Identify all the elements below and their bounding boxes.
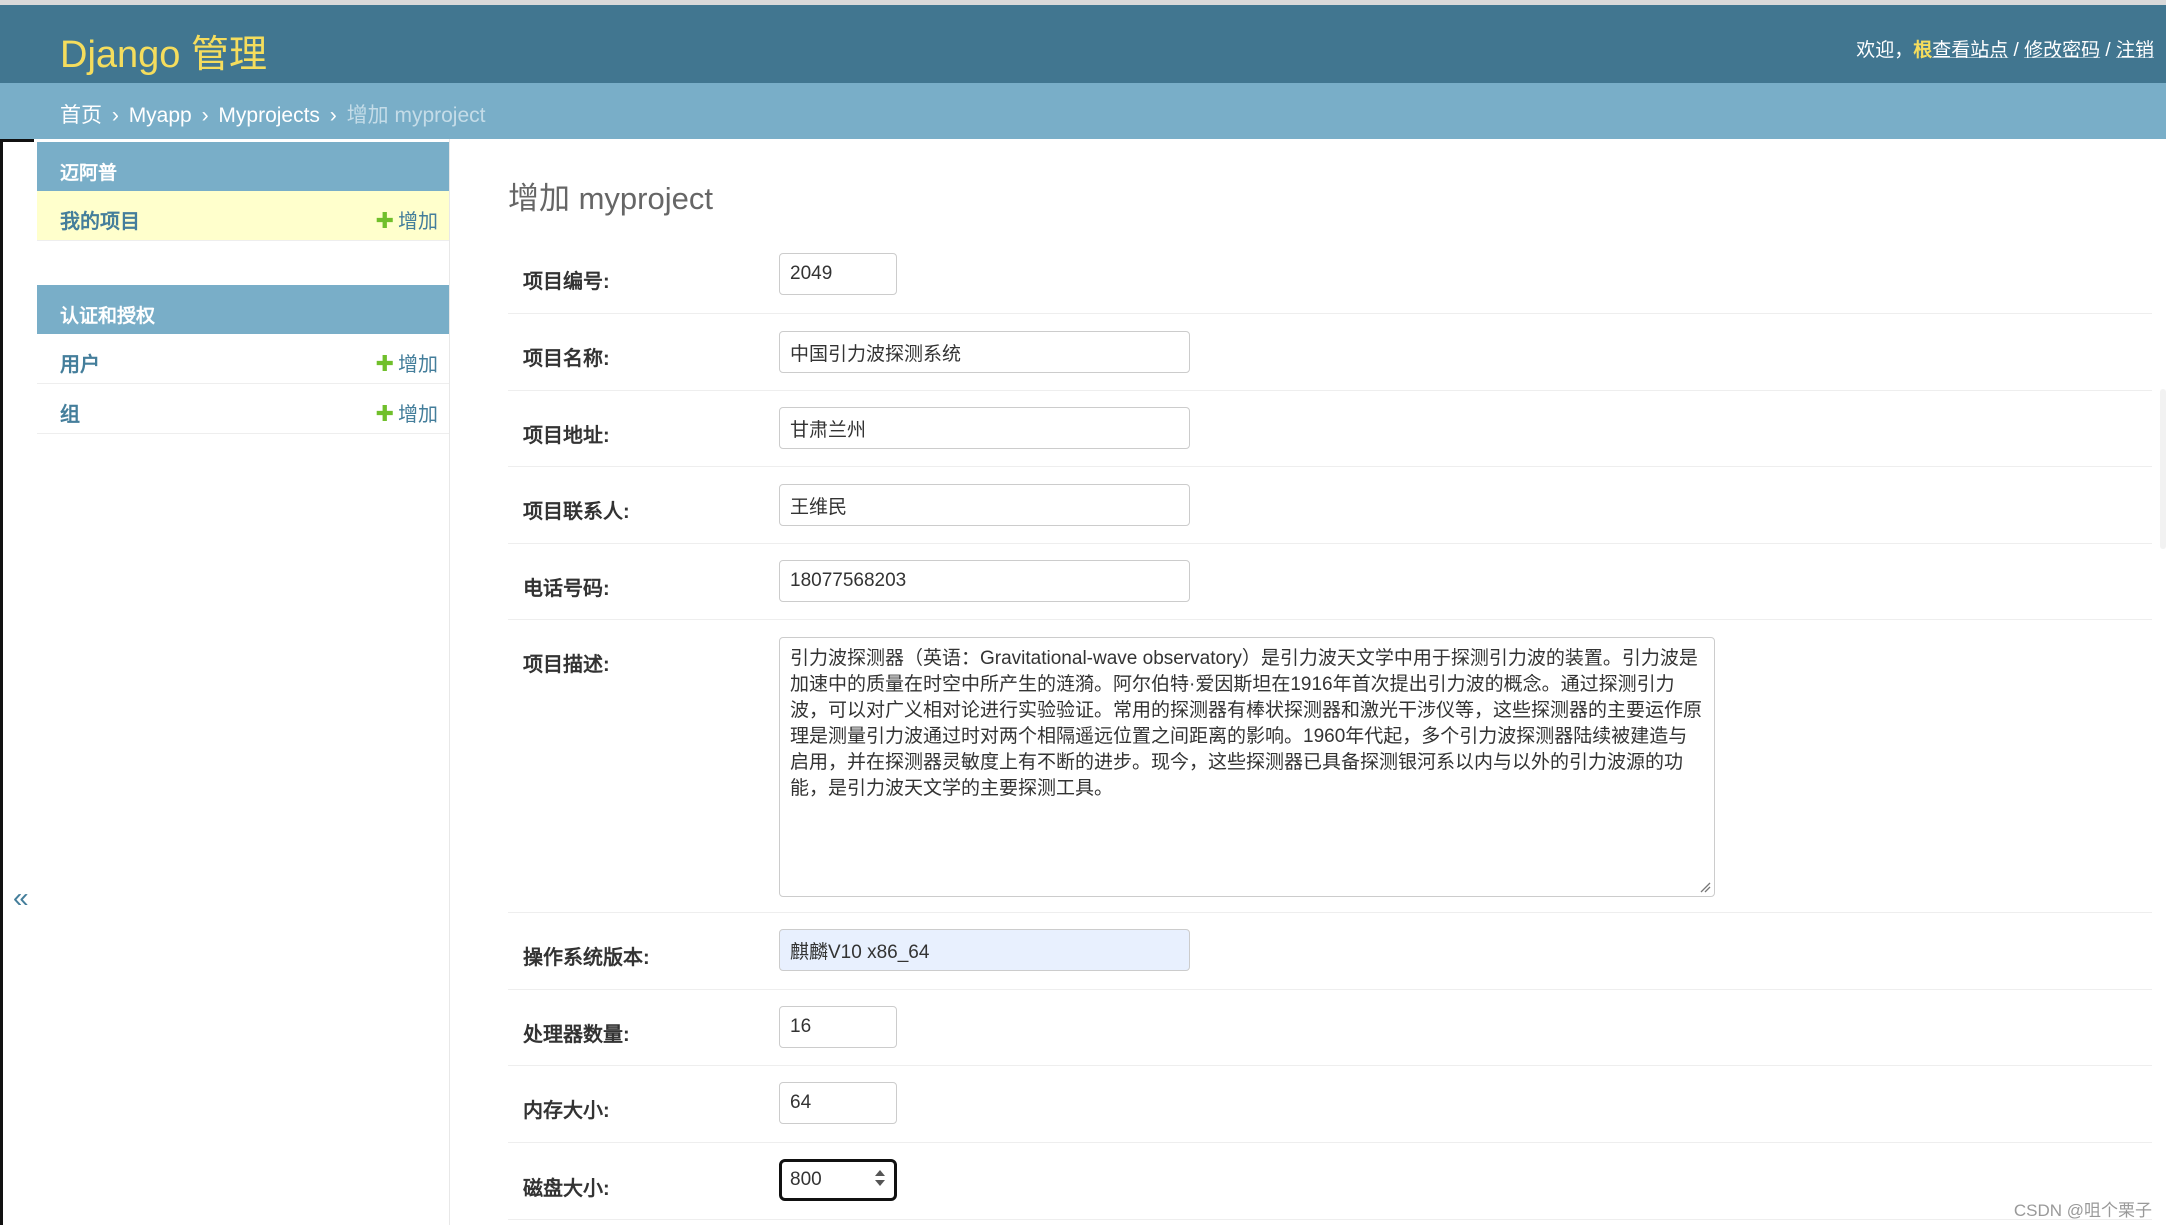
watermark: CSDN @咀个栗子	[2013, 1201, 2152, 1220]
breadcrumb-separator: ›	[201, 104, 209, 127]
memory-size-input[interactable]	[779, 1082, 897, 1124]
project-contact-input[interactable]	[779, 484, 1190, 526]
user-tools-separator: /	[2008, 40, 2025, 61]
project-address-label: 项目地址:	[523, 425, 610, 447]
main-content: 增加 myproject 项目编号: 项目名称: 项目地址: 项目联系人: 电话…	[490, 139, 2166, 1225]
disk-size-stepper[interactable]	[779, 1159, 897, 1201]
breadcrumb-separator: ›	[111, 104, 119, 127]
description-label: 项目描述:	[523, 654, 610, 676]
sidebar-item-label[interactable]: 用户	[60, 348, 100, 377]
memory-size-label: 内存大小:	[523, 1100, 610, 1122]
breadcrumb-model[interactable]: Myprojects	[218, 104, 320, 127]
form-row-project-contact: 项目联系人:	[508, 467, 2152, 544]
cpu-count-label: 处理器数量:	[523, 1024, 630, 1046]
site-brand[interactable]: Django 管理	[60, 23, 267, 78]
view-site-link[interactable]: 查看站点	[1932, 40, 2008, 61]
project-name-input[interactable]	[779, 331, 1190, 373]
collapse-sidebar-icon[interactable]: «	[13, 882, 29, 914]
plus-icon: ✚	[375, 208, 394, 233]
sidebar-toggle-strip[interactable]: «	[0, 139, 34, 1225]
form-row-memory-size: 内存大小:	[508, 1066, 2152, 1143]
phone-label: 电话号码:	[523, 578, 610, 600]
site-header: Django 管理 欢迎，根查看站点 / 修改密码 / 注销	[0, 5, 2166, 83]
breadcrumb-separator: ›	[329, 104, 337, 127]
nav-sidebar: 迈阿普 我的项目 ✚ 增加 认证和授权 用户 ✚ 增加 组 ✚ 增加	[34, 139, 450, 1225]
os-version-label: 操作系统版本:	[523, 947, 650, 969]
form-row-disk-size: 磁盘大小:	[508, 1143, 2152, 1220]
cpu-count-input[interactable]	[779, 1006, 897, 1048]
spinner-arrows-icon[interactable]	[873, 1168, 887, 1188]
change-password-link[interactable]: 修改密码	[2024, 40, 2100, 61]
scrollbar-edge[interactable]	[2160, 389, 2166, 549]
sidebar-item-myproject: 我的项目 ✚ 增加	[37, 191, 449, 241]
breadcrumb-current: 增加 myproject	[346, 104, 486, 127]
sidebar-item-label[interactable]: 组	[60, 398, 80, 427]
form-row-os-version: 操作系统版本:	[508, 913, 2152, 990]
add-myproject-button[interactable]: ✚ 增加	[376, 205, 438, 234]
breadcrumb-app[interactable]: Myapp	[129, 104, 192, 127]
add-label: 增加	[398, 404, 438, 426]
resize-handle-icon[interactable]	[1699, 881, 1711, 893]
project-address-input[interactable]	[779, 407, 1190, 449]
phone-input[interactable]	[779, 560, 1190, 602]
app-module-myapp: 迈阿普 我的项目 ✚ 增加	[37, 142, 449, 241]
form-row-project-address: 项目地址:	[508, 391, 2152, 467]
form-row-description: 项目描述: 引力波探测器（英语：Gravitational-wave obser…	[508, 620, 2152, 913]
add-user-button[interactable]: ✚ 增加	[376, 348, 438, 377]
sidebar-item-label[interactable]: 我的项目	[60, 205, 140, 234]
project-no-input[interactable]	[779, 253, 897, 295]
add-label: 增加	[398, 211, 438, 233]
module-caption[interactable]: 迈阿普	[37, 142, 449, 191]
project-contact-label: 项目联系人:	[523, 501, 630, 523]
plus-icon: ✚	[375, 351, 394, 376]
description-textarea[interactable]: 引力波探测器（英语：Gravitational-wave observatory…	[779, 637, 1715, 897]
form-row-project-no: 项目编号:	[508, 237, 2152, 314]
app-module-auth: 认证和授权 用户 ✚ 增加 组 ✚ 增加	[37, 285, 449, 434]
page-title: 增加 myproject	[508, 181, 713, 216]
username: 根	[1913, 40, 1933, 61]
module-caption[interactable]: 认证和授权	[37, 285, 449, 334]
welcome-text: 欢迎，	[1856, 40, 1914, 61]
breadcrumb-home[interactable]: 首页	[60, 104, 102, 127]
sidebar-item-users: 用户 ✚ 增加	[37, 334, 449, 384]
form-row-project-name: 项目名称:	[508, 314, 2152, 391]
user-tools: 欢迎，根查看站点 / 修改密码 / 注销	[1856, 35, 2154, 62]
add-group-button[interactable]: ✚ 增加	[376, 398, 438, 427]
plus-icon: ✚	[375, 401, 394, 426]
project-no-label: 项目编号:	[523, 271, 610, 293]
logout-link[interactable]: 注销	[2116, 40, 2154, 61]
form-row-cpu-count: 处理器数量:	[508, 990, 2152, 1066]
project-name-label: 项目名称:	[523, 348, 610, 370]
breadcrumb: 首页 › Myapp › Myprojects › 增加 myproject	[0, 83, 2166, 139]
description-text: 引力波探测器（英语：Gravitational-wave observatory…	[790, 648, 1703, 799]
os-version-input[interactable]	[779, 929, 1190, 971]
disk-size-label: 磁盘大小:	[523, 1178, 610, 1200]
user-tools-separator: /	[2100, 40, 2116, 61]
form-row-phone: 电话号码:	[508, 544, 2152, 620]
add-label: 增加	[398, 354, 438, 376]
sidebar-item-groups: 组 ✚ 增加	[37, 384, 449, 434]
